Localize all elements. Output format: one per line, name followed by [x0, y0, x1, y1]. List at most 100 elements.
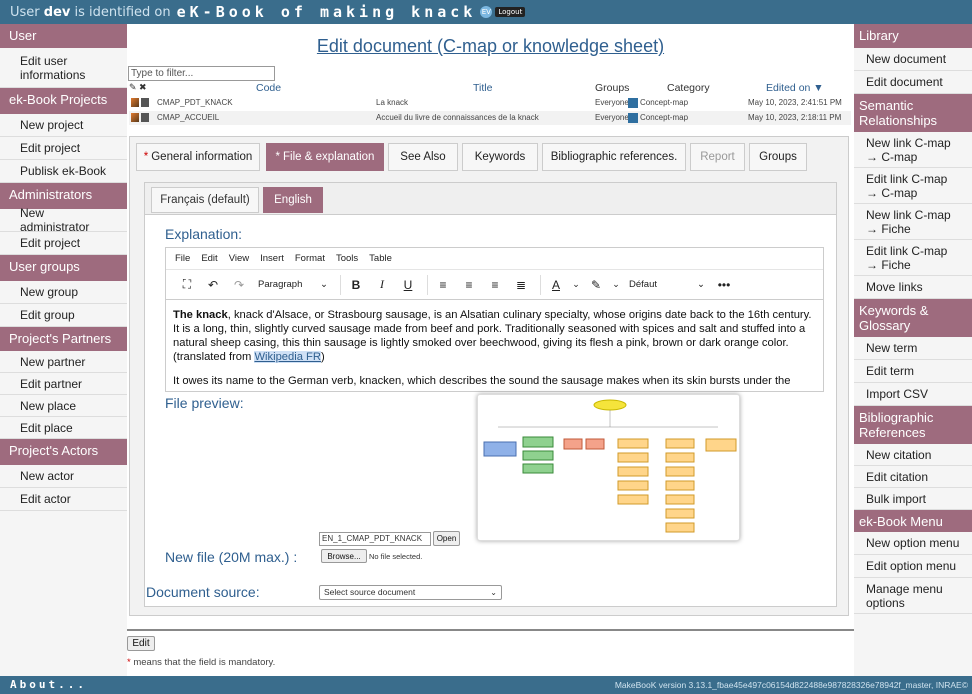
- edit-doc-icon[interactable]: [131, 98, 139, 108]
- sidebar-item-new-actor[interactable]: New actor: [0, 465, 127, 488]
- undo-icon[interactable]: ↶: [202, 274, 224, 296]
- sidebar-item-new-option-menu[interactable]: New option menu: [854, 532, 972, 555]
- sidebar-item-edit-link-c-map-fiche[interactable]: Edit link C-map → Fiche: [854, 240, 972, 276]
- user-name: dev: [43, 4, 71, 20]
- paragraph-select[interactable]: Paragraph ⌄: [254, 274, 332, 296]
- sidebar-item-manage-menu-options[interactable]: Manage menu options: [854, 578, 972, 614]
- chevron-down-icon[interactable]: ⌄: [571, 274, 581, 296]
- db-icon: [141, 113, 149, 123]
- tab-english[interactable]: English: [263, 187, 323, 213]
- sidebar-item-new-citation[interactable]: New citation: [854, 444, 972, 466]
- document-source-select[interactable]: Select source document ⌄: [319, 585, 502, 600]
- sidebar-item-edit-partner[interactable]: Edit partner: [0, 373, 127, 395]
- sidebar-item-edit-citation[interactable]: Edit citation: [854, 466, 972, 488]
- sidebar-item-new-link-c-map-fiche[interactable]: New link C-map → Fiche: [854, 204, 972, 240]
- bold-icon[interactable]: B: [345, 274, 367, 296]
- edit-doc-icon[interactable]: [131, 113, 139, 123]
- section-header-library: Library: [854, 24, 972, 48]
- tab-file-explanation[interactable]: * File & explanation: [266, 143, 384, 171]
- toolbar-divider: [427, 274, 428, 295]
- sidebar-item-new-link-c-map-c-map[interactable]: New link C-map → C-map: [854, 132, 972, 168]
- align-center-icon[interactable]: ≡: [458, 274, 480, 296]
- menu-tools[interactable]: Tools: [336, 253, 358, 264]
- language-badge[interactable]: EV: [480, 6, 493, 18]
- font-select[interactable]: Défaut ⌄: [625, 274, 709, 296]
- rich-text-editor[interactable]: File Edit View Insert Format Tools Table…: [165, 247, 824, 392]
- sidebar-item-new-term[interactable]: New term: [854, 337, 972, 360]
- menu-table[interactable]: Table: [369, 253, 392, 264]
- underline-icon[interactable]: U: [397, 274, 419, 296]
- row-title: Accueil du livre de connaissances de la …: [376, 113, 539, 122]
- file-name-field[interactable]: EN_1_CMAP_PDT_KNACK: [319, 532, 431, 546]
- column-edited[interactable]: Edited on ▼: [766, 82, 824, 94]
- table-row[interactable]: CMAP_ACCUEIL Accueil du livre de connais…: [129, 111, 851, 125]
- sidebar-item-edit-group[interactable]: Edit group: [0, 304, 127, 327]
- tab-report[interactable]: Report: [690, 143, 745, 171]
- tab-bibliographic-references[interactable]: Bibliographic references.: [542, 143, 686, 171]
- menu-format[interactable]: Format: [295, 253, 325, 264]
- sidebar-item-edit-document[interactable]: Edit document: [854, 71, 972, 94]
- open-button[interactable]: Open: [433, 531, 460, 546]
- sidebar-item-edit-place[interactable]: Edit place: [0, 417, 127, 439]
- column-groups[interactable]: Groups: [595, 82, 629, 94]
- browse-button[interactable]: Browse...: [321, 549, 367, 563]
- tab-keywords[interactable]: Keywords: [462, 143, 538, 171]
- sidebar-item-import-csv[interactable]: Import CSV: [854, 383, 972, 406]
- menu-view[interactable]: View: [229, 253, 249, 264]
- toolbar-divider: [340, 274, 341, 295]
- editor-content[interactable]: The knack, knack d'Alsace, or Strasbourg…: [166, 300, 823, 388]
- text-color-icon[interactable]: A: [545, 274, 567, 296]
- filter-input[interactable]: Type to filter...: [128, 66, 275, 81]
- sidebar-item-publisk-ek-book[interactable]: Publisk ek-Book: [0, 160, 127, 183]
- italic-icon[interactable]: I: [371, 274, 393, 296]
- sidebar-item-edit-link-c-map-c-map[interactable]: Edit link C-map → C-map: [854, 168, 972, 204]
- column-code[interactable]: Code: [256, 82, 281, 94]
- redo-icon[interactable]: ↷: [228, 274, 250, 296]
- sidebar-item-new-place[interactable]: New place: [0, 395, 127, 417]
- sidebar-item-edit-project[interactable]: Edit project: [0, 137, 127, 160]
- wikipedia-link[interactable]: Wikipedia FR: [254, 351, 321, 363]
- tab-general-information[interactable]: * General information: [136, 143, 260, 171]
- menu-file[interactable]: File: [175, 253, 190, 264]
- sidebar-item-edit-actor[interactable]: Edit actor: [0, 488, 127, 511]
- row-code: CMAP_PDT_KNACK: [157, 98, 233, 107]
- sidebar-item-edit-term[interactable]: Edit term: [854, 360, 972, 383]
- db-icon: [141, 98, 149, 108]
- text-paragraph-2: It owes its name to the German verb, kna…: [173, 375, 791, 387]
- sidebar-item-new-project[interactable]: New project: [0, 114, 127, 137]
- sidebar-item-new-group[interactable]: New group: [0, 281, 127, 304]
- sort-controls[interactable]: ✎ ✖: [129, 82, 147, 93]
- main-content: Edit document (C-map or knowledge sheet)…: [127, 24, 854, 676]
- about-link[interactable]: About...: [10, 678, 87, 691]
- page-title: Edit document (C-map or knowledge sheet): [316, 36, 665, 56]
- sidebar-item-move-links[interactable]: Move links: [854, 276, 972, 299]
- language-tabs: Français (default) English: [145, 183, 836, 215]
- sidebar-item-edit-project[interactable]: Edit project: [0, 232, 127, 255]
- justify-icon[interactable]: ≣: [510, 274, 532, 296]
- highlight-icon[interactable]: ✎: [585, 274, 607, 296]
- more-icon[interactable]: •••: [713, 274, 735, 296]
- section-header-semantic-relationships: Semantic Relationships: [854, 94, 972, 132]
- sidebar-item-new-partner[interactable]: New partner: [0, 351, 127, 373]
- chevron-down-icon[interactable]: ⌄: [611, 274, 621, 296]
- column-category[interactable]: Category: [667, 82, 710, 94]
- tab-french[interactable]: Français (default): [151, 187, 259, 213]
- align-left-icon[interactable]: ≡: [432, 274, 454, 296]
- menu-insert[interactable]: Insert: [260, 253, 284, 264]
- menu-edit[interactable]: Edit: [201, 253, 217, 264]
- sidebar-item-edit-user-informations[interactable]: Edit user informations: [0, 48, 127, 88]
- fullscreen-icon[interactable]: ⛶: [176, 274, 198, 296]
- logout-button[interactable]: Logout: [495, 7, 526, 17]
- sidebar-item-edit-option-menu[interactable]: Edit option menu: [854, 555, 972, 578]
- row-category: Concept-map: [640, 113, 689, 122]
- row-edited: May 10, 2023, 2:18:11 PM: [748, 113, 842, 122]
- sidebar-item-bulk-import[interactable]: Bulk import: [854, 488, 972, 510]
- align-right-icon[interactable]: ≡: [484, 274, 506, 296]
- column-title[interactable]: Title: [473, 82, 492, 94]
- tab-groups[interactable]: Groups: [749, 143, 807, 171]
- table-row[interactable]: CMAP_PDT_KNACK La knack Everyone Concept…: [129, 96, 851, 110]
- edit-button[interactable]: Edit: [127, 636, 155, 651]
- sidebar-item-new-administrator[interactable]: New administrator: [0, 206, 127, 234]
- tab-see-also[interactable]: See Also: [388, 143, 458, 171]
- sidebar-item-new-document[interactable]: New document: [854, 48, 972, 71]
